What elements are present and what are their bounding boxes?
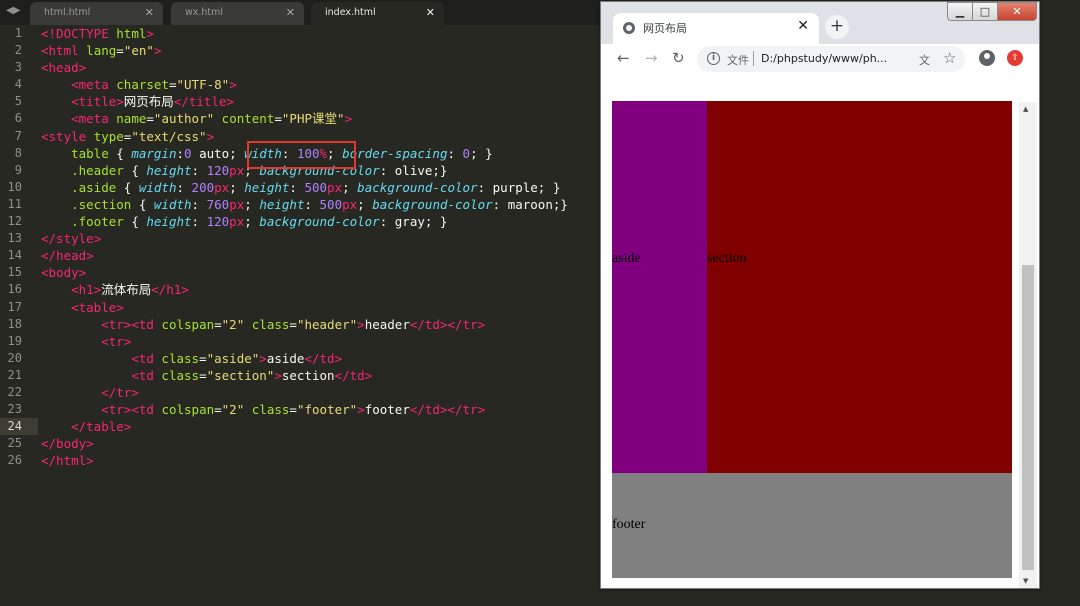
section-cell: section	[707, 101, 1012, 473]
footer-label: footer	[612, 517, 646, 532]
line-number: 18	[7, 316, 22, 331]
code-line: .section { width: 760px; height: 500px; …	[71, 196, 568, 212]
code-line: <tr><td colspan="2" class="footer">foote…	[101, 402, 486, 418]
code-line: <head>	[41, 60, 87, 76]
code-line: <meta name="author" content="PHP课堂">	[71, 111, 353, 127]
browser-toolbar: ← → ↻ i 文件 D:/phpstudy/www/ph... 文 ☆ ⇧	[601, 44, 1039, 74]
scroll-up-arrow-icon[interactable]: ▲	[1023, 105, 1028, 113]
code-line: <td class="aside">aside</td>	[131, 350, 343, 366]
aside-cell: aside	[612, 101, 707, 473]
divider	[753, 51, 754, 66]
line-number: 8	[14, 145, 22, 160]
line-number: 20	[7, 350, 22, 365]
code-line: <table>	[71, 299, 124, 315]
editor-tab-bar: ◀ ▶ html.html ✕ wx.html ✕ index.html ✕	[0, 0, 600, 25]
code-line: <html lang="en">	[41, 43, 162, 59]
tab-html-html[interactable]: html.html ✕	[30, 2, 163, 25]
code-line: </html>	[41, 453, 94, 469]
line-number: 15	[7, 265, 22, 280]
minimize-button[interactable]: ▁	[947, 2, 973, 21]
tab-index-html[interactable]: index.html ✕	[311, 2, 444, 25]
line-number-gutter: 1 2 3 4 5 6 7 8 9 10 11 12 13 14 15 16 17 18 19 20 21 22 23 24 2…	[0, 25, 30, 469]
code-line: </style>	[41, 231, 102, 247]
line-number: 17	[7, 299, 22, 314]
browser-tab-title: 网页布局	[643, 22, 687, 35]
line-number: 19	[7, 333, 22, 348]
code-line: <title>网页布局</title>	[71, 94, 235, 110]
line-number: 25	[7, 436, 22, 451]
tab-wx-html[interactable]: wx.html ✕	[171, 2, 304, 25]
line-number: 16	[7, 282, 22, 297]
info-icon[interactable]: i	[707, 52, 720, 65]
tab-close-button[interactable]: ✕	[797, 18, 809, 34]
scheme-label: 文件	[727, 54, 749, 67]
line-number: 22	[7, 384, 22, 399]
reload-icon[interactable]: ↻	[672, 49, 685, 67]
line-number: 4	[14, 77, 22, 92]
code-line: <tr><td colspan="2" class="header">heade…	[101, 316, 486, 332]
code-line: </body>	[41, 436, 94, 452]
scroll-down-arrow-icon[interactable]: ▼	[1023, 577, 1028, 585]
code-line: </table>	[71, 419, 132, 435]
browser-window: ▁ □ ✕ 网页布局 ✕ + ← → ↻ i 文件 D:/phpstudy/ww…	[600, 1, 1040, 589]
code-line: </tr>	[101, 384, 139, 400]
code-editor[interactable]: <!DOCTYPE html> <html lang="en"> <head> <m…	[41, 25, 568, 469]
line-number: 21	[7, 367, 22, 382]
footer-cell: footer	[612, 473, 1012, 578]
line-number: 14	[7, 248, 22, 263]
code-line: <body>	[41, 265, 87, 281]
line-number: 13	[7, 231, 22, 246]
page-viewport: aside section footer	[601, 75, 1019, 587]
close-icon[interactable]: ✕	[426, 2, 435, 24]
line-number: 6	[14, 111, 22, 126]
section-label: section	[707, 251, 747, 266]
aside-label: aside	[612, 251, 641, 266]
line-number: 5	[14, 94, 22, 109]
code-line: <tr>	[101, 333, 132, 349]
bookmark-star-icon[interactable]: ☆	[943, 49, 956, 67]
account-icon[interactable]	[979, 50, 995, 66]
code-line: <td class="section">section</td>	[131, 367, 373, 383]
scroll-thumb[interactable]	[1022, 265, 1034, 570]
close-icon[interactable]: ✕	[286, 2, 295, 24]
line-number: 1	[14, 26, 22, 40]
line-number: 26	[7, 453, 22, 468]
code-line: .footer { height: 120px; background-colo…	[71, 214, 448, 230]
code-line: .aside { width: 200px; height: 500px; ba…	[71, 179, 561, 195]
browser-tab[interactable]: 网页布局 ✕	[613, 13, 819, 44]
extension-icon[interactable]: ⇧	[1007, 50, 1023, 66]
code-line: </head>	[41, 248, 94, 264]
code-line: <h1>流体布局</h1>	[71, 282, 189, 298]
window-close-button[interactable]: ✕	[997, 2, 1037, 21]
code-line: <!DOCTYPE html>	[41, 26, 154, 41]
line-number: 11	[7, 196, 22, 211]
page-header-area	[612, 75, 1012, 101]
new-tab-button[interactable]: +	[825, 15, 849, 39]
line-number: 12	[7, 214, 22, 229]
address-bar[interactable]: i 文件 D:/phpstudy/www/ph... 文 ☆	[697, 46, 965, 72]
highlight-box	[247, 141, 356, 169]
close-icon[interactable]: ✕	[145, 2, 154, 24]
line-number: 24	[7, 419, 22, 434]
line-number: 2	[14, 43, 22, 58]
code-line: <meta charset="UTF-8">	[71, 77, 237, 93]
url-text[interactable]: D:/phpstudy/www/ph...	[761, 52, 887, 65]
translate-icon[interactable]: 文	[919, 52, 930, 68]
globe-icon	[623, 22, 635, 34]
tab-label: index.html	[325, 7, 376, 18]
line-number: 10	[7, 179, 22, 194]
back-arrow-icon[interactable]: ←	[617, 49, 630, 67]
maximize-button[interactable]: □	[972, 2, 998, 21]
tab-label: wx.html	[185, 7, 224, 18]
line-number: 7	[14, 128, 22, 143]
tab-scroll-arrows[interactable]: ◀ ▶	[6, 5, 26, 19]
line-number: 23	[7, 402, 22, 417]
forward-arrow-icon[interactable]: →	[645, 49, 658, 67]
line-number: 9	[14, 162, 22, 177]
line-number: 3	[14, 60, 22, 75]
vertical-scrollbar[interactable]: ▲ ▼	[1019, 102, 1037, 588]
tab-label: html.html	[44, 7, 91, 18]
